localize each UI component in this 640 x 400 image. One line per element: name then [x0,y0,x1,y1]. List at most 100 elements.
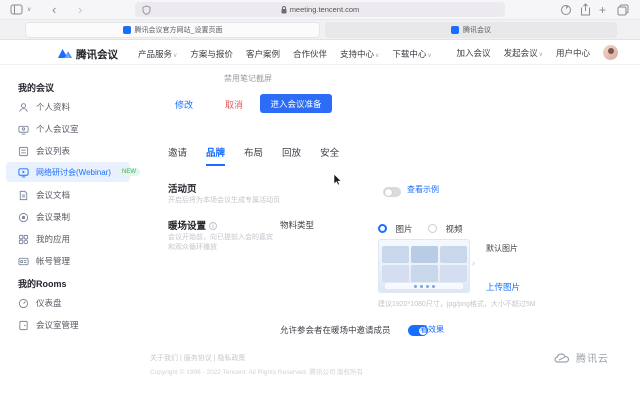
browser-tab-title: 腾讯会议官方网站_设置页面 [135,25,223,35]
carousel-next-icon[interactable]: › [472,258,475,268]
record-icon [18,212,29,223]
site-header: 腾讯会议 产品服务∨ 方案与报价 客户案例 合作伙伴 支持中心∨ 下载中心∨ 加… [0,40,640,65]
tab-brand[interactable]: 品牌 [206,145,225,166]
preview-toolbar [385,283,463,289]
lock-icon [281,6,287,14]
mouse-cursor [333,173,342,186]
tencent-cloud-text: 腾讯云 [576,350,609,365]
sidebar-item-docs[interactable]: 会议文档 [6,185,130,205]
sidebar-section-my-meetings: 我的会议 [18,81,54,94]
tab-layout[interactable]: 布局 [244,145,263,166]
chevron-down-icon: ∨ [427,53,431,59]
cancel-link[interactable]: 取消 [225,98,243,111]
sidebar-item-meeting-list[interactable]: 会议列表 [6,141,130,161]
material-type-label: 物料类型 [280,219,314,231]
sidebar: 我的会议 个人资料 个人会议室 会议列表 网络研讨会(Webinar) NEW … [0,65,135,400]
forward-button[interactable]: › [78,0,82,20]
sidebar-item-label: 会议文档 [36,189,70,201]
address-bar[interactable]: meeting.tencent.com [135,2,505,17]
enter-meeting-prep-button[interactable]: 进入会议准备 [260,94,332,113]
sidebar-section-my-rooms: 我的Rooms [18,277,67,290]
tab-invite[interactable]: 邀请 [168,145,187,166]
main-nav: 产品服务∨ 方案与报价 客户案例 合作伙伴 支持中心∨ 下载中心∨ [138,48,432,60]
apps-grid-icon [18,234,29,245]
modify-link[interactable]: 修改 [175,98,193,111]
browser-toolbar: ∨ ‹ › meeting.tencent.com + [0,0,640,20]
radio-image-label: 图片 [395,224,412,234]
start-meeting-button[interactable]: 发起会议∨ [504,47,543,59]
sidebar-item-dashboard[interactable]: 仪表盘 [6,293,130,313]
sidebar-item-apps[interactable]: 我的应用 [6,229,130,249]
activity-page-toggle[interactable] [383,187,401,197]
warmup-desc: 会议开始前，向已提前入会的嘉宾和观众循环播放 [168,233,276,253]
reload-icon[interactable] [560,4,572,16]
tencent-meeting-favicon [451,26,459,34]
tencent-meeting-favicon [123,26,131,34]
dashboard-gauge-icon [18,298,29,309]
browser-tab-inactive[interactable]: 腾讯会议 [325,22,617,38]
join-meeting-button[interactable]: 加入会议 [457,47,491,59]
user-avatar[interactable] [603,45,618,60]
radio-video-option[interactable]: 视频 [428,219,462,237]
sidebar-item-profile[interactable]: 个人资料 [6,97,130,117]
user-center-link[interactable]: 用户中心 [556,47,590,59]
tencent-meeting-logo-icon [57,46,73,59]
info-icon[interactable]: i [209,222,217,230]
browser-tab-active[interactable]: 腾讯会议官方网站_设置页面 [25,22,320,38]
sidebar-item-account[interactable]: 帐号管理 [6,251,130,271]
sidebar-item-label: 仪表盘 [36,297,62,309]
radio-unselected-icon [428,224,437,233]
view-example-link[interactable]: 查看示例 [407,184,439,195]
nav-item-download[interactable]: 下载中心∨ [392,48,431,60]
sidebar-item-webinar[interactable]: 网络研讨会(Webinar) NEW [6,162,130,182]
chevron-down-icon: ∨ [173,53,177,59]
upload-image-link[interactable]: 上传图片 [486,281,520,293]
back-button[interactable]: ‹ [52,0,56,20]
sidebar-item-label: 会议录制 [36,211,70,223]
tencent-cloud-logo: 腾讯云 [554,350,609,365]
radio-video-label: 视频 [445,224,462,234]
tab-overview-icon[interactable] [617,4,629,16]
chevron-down-icon: ∨ [539,52,543,58]
document-icon [18,190,29,201]
sidebar-item-rooms-management[interactable]: 会议室管理 [6,315,130,335]
webinar-note-text: 禁用笔记截屏 [224,73,272,84]
new-tab-button[interactable]: + [599,0,606,20]
sidebar-item-label: 个人会议室 [36,123,79,135]
activity-page-title: 活动页 [168,181,197,195]
settings-tabs: 邀请 品牌 布局 回放 安全 [168,145,339,166]
webinar-icon [18,167,29,178]
sidebar-item-label: 会议室管理 [36,319,79,331]
new-badge: NEW [118,168,140,176]
meeting-room-icon [18,124,29,135]
tab-replay[interactable]: 回放 [282,145,301,166]
chevron-down-icon[interactable]: ∨ [27,0,31,20]
browser-tab-strip: 腾讯会议官方网站_设置页面 腾讯会议 [0,20,640,40]
footer-links[interactable]: 关于我们 | 服务协议 | 隐私政策 [150,353,245,363]
nav-item-customers[interactable]: 客户案例 [246,48,280,60]
nav-item-plans[interactable]: 方案与报价 [190,48,233,60]
sidebar-item-recordings[interactable]: 会议录制 [6,207,130,227]
warmup-preview-image[interactable] [378,239,470,293]
tab-security[interactable]: 安全 [320,145,339,166]
default-image-label: 默认图片 [486,243,518,254]
sidebar-toggle-icon[interactable] [10,0,23,20]
view-effect-link[interactable]: 查看效果 [412,324,444,335]
radio-image-option[interactable]: 图片 [378,219,412,237]
list-icon [18,146,29,157]
rooms-icon [18,320,29,331]
sidebar-item-label: 帐号管理 [36,255,70,267]
activity-page-desc: 开启后将为本场会议生成专属活动页 [168,196,280,206]
sidebar-item-label: 个人资料 [36,101,70,113]
privacy-shield-icon[interactable] [142,5,151,15]
app-window: ∨ ‹ › meeting.tencent.com + 腾讯会议官方网站_设置页… [0,0,640,400]
share-icon[interactable] [580,3,591,16]
nav-item-support[interactable]: 支持中心∨ [340,48,379,60]
nav-item-partners[interactable]: 合作伙伴 [293,48,327,60]
nav-item-products[interactable]: 产品服务∨ [138,48,177,60]
sidebar-item-label: 网络研讨会(Webinar) [36,167,111,178]
sidebar-item-personal-room[interactable]: 个人会议室 [6,119,130,139]
warmup-settings-title: 暖场设置i [168,218,217,232]
allow-invite-label: 允许参会者在暖场中邀请成员 [280,324,391,336]
browser-tab-title: 腾讯会议 [463,25,491,35]
